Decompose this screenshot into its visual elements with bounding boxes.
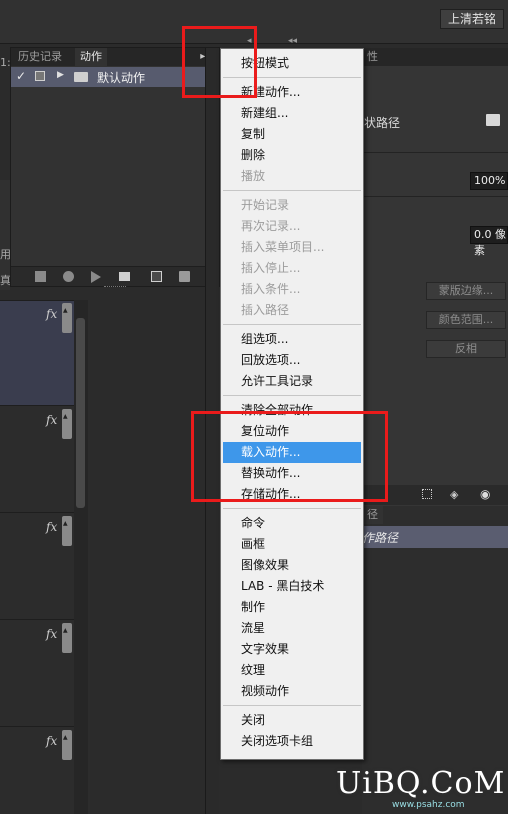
fx-label: fx	[46, 520, 58, 534]
work-path-label: 作路径	[362, 531, 399, 545]
new-action-icon[interactable]	[151, 271, 162, 282]
menu-item[interactable]: 命令	[221, 513, 363, 534]
menu-item[interactable]: 关闭	[221, 710, 363, 731]
fx-expand-button[interactable]	[62, 730, 72, 760]
action-set-label: 默认动作	[97, 71, 146, 85]
visibility-eye-icon[interactable]: ◉	[480, 487, 490, 501]
checkmark-icon[interactable]: ✓	[16, 69, 26, 83]
layer-row[interactable]: fx	[0, 621, 74, 727]
divider	[362, 196, 508, 197]
color-range-button[interactable]: 颜色范围...	[426, 311, 506, 329]
menu-item[interactable]: 画框	[221, 534, 363, 555]
expand-triangle-icon[interactable]: ▶	[57, 70, 64, 80]
menu-item[interactable]: 图像效果	[221, 555, 363, 576]
menu-item[interactable]: LAB - 黑白技术	[221, 576, 363, 597]
menu-item[interactable]: 纹理	[221, 660, 363, 681]
mask-edge-button[interactable]: 蒙版边缘...	[426, 282, 506, 300]
menu-item[interactable]: 复制	[221, 124, 363, 145]
fx-label: fx	[46, 627, 58, 641]
watermark-url: www.psahz.com	[392, 800, 465, 810]
tab-actions[interactable]: 动作	[75, 48, 107, 66]
dialog-toggle-icon[interactable]	[35, 71, 45, 81]
menu-separator	[223, 508, 361, 509]
menu-item[interactable]: 关闭选项卡组	[221, 731, 363, 752]
menu-item: 再次记录...	[241, 219, 301, 233]
menu-item[interactable]: 允许工具记录	[221, 371, 363, 392]
watermark: UiBQ.CoM	[336, 766, 506, 801]
apply-mask-icon[interactable]: ◈	[450, 488, 458, 501]
tab-properties[interactable]: 性	[362, 48, 383, 66]
layer-row[interactable]: fx	[0, 407, 74, 513]
layer-row[interactable]: fx	[0, 300, 74, 406]
menu-item[interactable]: 组选项...	[221, 329, 363, 350]
menu-item: 插入条件...	[241, 282, 301, 296]
selection-icon[interactable]	[422, 489, 432, 499]
tab-history[interactable]: 历史记录	[13, 48, 67, 66]
menu-item[interactable]: 文字效果	[221, 639, 363, 660]
menu-separator	[223, 324, 361, 325]
layer-row[interactable]: fx	[0, 514, 74, 620]
menu-item[interactable]: 制作	[221, 597, 363, 618]
fx-expand-button[interactable]	[62, 623, 72, 653]
annotation-box	[191, 411, 388, 502]
tab-paths[interactable]: 径	[362, 506, 383, 524]
properties-tab-bar: 性	[362, 48, 508, 66]
panel-resize-grip[interactable]	[104, 286, 126, 289]
panel-footer	[11, 266, 219, 286]
menu-item[interactable]: 视频动作	[221, 681, 363, 702]
menu-item[interactable]: 回放选项...	[221, 350, 363, 371]
menu-item: 插入停止...	[241, 261, 301, 275]
layer-row[interactable]: fx	[0, 728, 74, 814]
folder-icon	[74, 72, 88, 82]
path-label: 状路径	[364, 116, 401, 130]
menu-item[interactable]: 新建组...	[221, 103, 363, 124]
scroll-thumb[interactable]	[76, 318, 85, 508]
user-account-button[interactable]: 上清若铭	[440, 9, 504, 29]
fx-expand-button[interactable]	[62, 516, 72, 546]
menu-item: 开始记录	[241, 198, 290, 212]
menu-item: 播放	[241, 169, 266, 183]
fx-expand-button[interactable]	[62, 303, 72, 333]
add-mask-icon[interactable]	[486, 114, 500, 126]
menu-item: 插入路径	[241, 303, 290, 317]
menu-separator	[223, 395, 361, 396]
actions-panel-menu: 按钮模式 新建动作... 新建组... 复制 删除 播放 开始记录 再次记录... 插入菜单项目…	[220, 48, 364, 760]
new-set-folder-icon[interactable]	[119, 272, 130, 281]
annotation-box	[182, 26, 257, 98]
fx-label: fx	[46, 413, 58, 427]
invert-button[interactable]: 反相	[426, 340, 506, 358]
feather-field[interactable]: 0.0 像素	[470, 226, 508, 257]
stop-icon[interactable]	[35, 271, 46, 282]
menu-item: 插入菜单项目...	[241, 240, 325, 254]
fx-expand-button[interactable]	[62, 409, 72, 439]
record-icon[interactable]	[63, 271, 74, 282]
menu-separator	[223, 705, 361, 706]
fx-label: fx	[46, 734, 58, 748]
trash-icon[interactable]	[179, 271, 190, 282]
divider	[362, 152, 508, 153]
menu-item[interactable]: 删除	[221, 145, 363, 166]
play-icon[interactable]	[91, 271, 101, 283]
collapse-panels-icon[interactable]: ◂◂	[288, 36, 297, 46]
menu-separator	[223, 190, 361, 191]
density-field[interactable]: 100%	[470, 172, 508, 190]
menu-item[interactable]: 流星	[221, 618, 363, 639]
fx-label: fx	[46, 307, 58, 321]
